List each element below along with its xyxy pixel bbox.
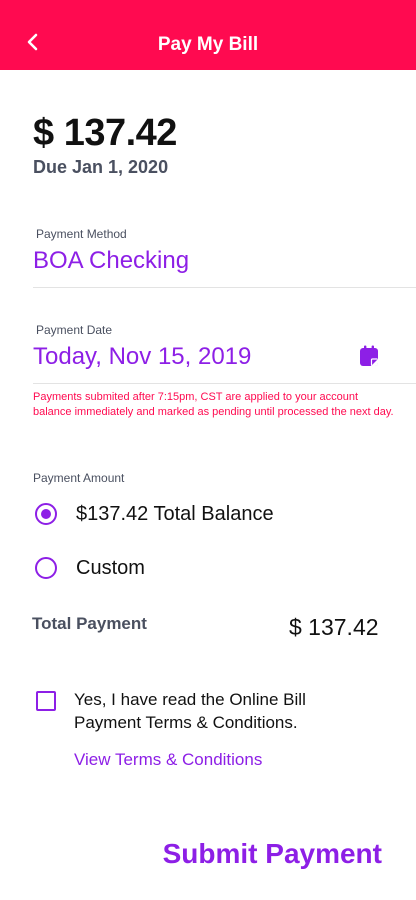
calendar-icon[interactable] [359,345,379,367]
view-terms-link[interactable]: View Terms & Conditions [74,750,262,770]
terms-checkbox[interactable] [36,691,56,711]
submit-payment-button[interactable]: Submit Payment [163,838,382,870]
total-payment-label: Total Payment [32,614,147,633]
terms-acknowledgement-text: Yes, I have read the Online Bill Payment… [74,690,306,732]
payment-cutoff-warning: Payments submited after 7:15pm, CST are … [33,391,394,418]
payment-date-label: Payment Date [36,323,113,337]
header-bar: Pay My Bill [0,0,416,70]
divider [33,287,416,288]
total-payment-value: $ 137.42 [289,614,379,640]
amount-due: $ 137.42 [33,112,177,154]
total-balance-option-label[interactable]: $137.42 Total Balance [76,503,274,526]
total-balance-radio[interactable] [35,503,57,525]
due-date: Due Jan 1, 2020 [33,157,169,177]
custom-option-label[interactable]: Custom [76,557,145,580]
custom-amount-radio[interactable] [35,557,57,579]
radio-selected-dot [41,509,51,519]
payment-method-label: Payment Method [36,227,127,241]
divider [33,383,416,384]
payment-date-value[interactable]: Today, Nov 15, 2019 [33,343,251,371]
payment-method-value[interactable]: BOA Checking [33,247,189,275]
page-title: Pay My Bill [157,34,259,55]
payment-amount-label: Payment Amount [33,471,125,485]
